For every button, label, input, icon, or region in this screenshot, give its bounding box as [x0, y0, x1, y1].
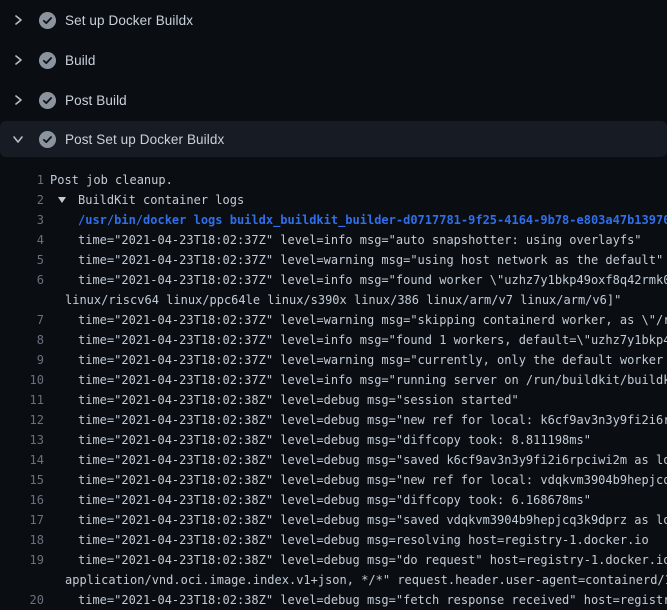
- line-number[interactable]: 10: [0, 370, 44, 390]
- line-number[interactable]: 2: [0, 190, 44, 210]
- line-number[interactable]: 15: [0, 470, 44, 490]
- log-text: time="2021-04-23T18:02:38Z" level=debug …: [78, 530, 649, 550]
- log-line: 7 time="2021-04-23T18:02:37Z" level=warn…: [0, 310, 667, 330]
- chevron-right-icon: [12, 94, 24, 106]
- log-text: application/vnd.oci.image.index.v1+json,…: [65, 570, 667, 590]
- line-number[interactable]: 11: [0, 390, 44, 410]
- log-line: 13 time="2021-04-23T18:02:38Z" level=deb…: [0, 430, 667, 450]
- log-line: 20 time="2021-04-23T18:02:38Z" level=deb…: [0, 590, 667, 610]
- line-number[interactable]: 5: [0, 250, 44, 270]
- line-number[interactable]: [0, 570, 44, 590]
- log-text: time="2021-04-23T18:02:37Z" level=info m…: [78, 230, 642, 250]
- log-line: 12 time="2021-04-23T18:02:38Z" level=deb…: [0, 410, 667, 430]
- step-row-build[interactable]: Build: [0, 40, 667, 80]
- log-line: application/vnd.oci.image.index.v1+json,…: [0, 570, 667, 590]
- log-line: 3 /usr/bin/docker logs buildx_buildkit_b…: [0, 210, 667, 230]
- line-number[interactable]: 9: [0, 350, 44, 370]
- step-label: Post Build: [65, 93, 127, 108]
- log-text: time="2021-04-23T18:02:37Z" level=info m…: [78, 370, 667, 390]
- log-line[interactable]: 2 BuildKit container logs: [0, 190, 667, 210]
- log-line: 9 time="2021-04-23T18:02:37Z" level=warn…: [0, 350, 667, 370]
- line-number[interactable]: 17: [0, 510, 44, 530]
- line-number[interactable]: 13: [0, 430, 44, 450]
- chevron-right-icon: [12, 54, 24, 66]
- log-line: 8 time="2021-04-23T18:02:37Z" level=info…: [0, 330, 667, 350]
- line-number[interactable]: 14: [0, 450, 44, 470]
- line-number[interactable]: 1: [0, 170, 44, 190]
- log-line: 18 time="2021-04-23T18:02:38Z" level=deb…: [0, 530, 667, 550]
- line-number[interactable]: [0, 290, 44, 310]
- log-text: time="2021-04-23T18:02:38Z" level=debug …: [78, 510, 667, 530]
- log-text: linux/riscv64 linux/ppc64le linux/s390x …: [65, 290, 621, 310]
- log-text: time="2021-04-23T18:02:38Z" level=debug …: [78, 490, 591, 510]
- step-row-post-set-up-docker-buildx[interactable]: Post Set up Docker Buildx: [0, 121, 667, 157]
- log-line: 15 time="2021-04-23T18:02:38Z" level=deb…: [0, 470, 667, 490]
- log-line: 10 time="2021-04-23T18:02:37Z" level=inf…: [0, 370, 667, 390]
- log-text: time="2021-04-23T18:02:38Z" level=debug …: [78, 550, 667, 570]
- log-line: 6 time="2021-04-23T18:02:37Z" level=info…: [0, 270, 667, 290]
- line-number[interactable]: 8: [0, 330, 44, 350]
- log-line: 4 time="2021-04-23T18:02:37Z" level=info…: [0, 230, 667, 250]
- line-number[interactable]: 18: [0, 530, 44, 550]
- line-number[interactable]: 7: [0, 310, 44, 330]
- line-number[interactable]: 12: [0, 410, 44, 430]
- log-text: /usr/bin/docker logs buildx_buildkit_bui…: [78, 210, 667, 230]
- log-line: linux/riscv64 linux/ppc64le linux/s390x …: [0, 290, 667, 310]
- step-label: Build: [65, 53, 96, 68]
- log-line: 19 time="2021-04-23T18:02:38Z" level=deb…: [0, 550, 667, 570]
- log-text: time="2021-04-23T18:02:37Z" level=warnin…: [78, 310, 667, 330]
- line-number[interactable]: 6: [0, 270, 44, 290]
- log-text: BuildKit container logs: [78, 190, 244, 210]
- log-text: time="2021-04-23T18:02:37Z" level=info m…: [78, 330, 667, 350]
- line-number[interactable]: 4: [0, 230, 44, 250]
- log-text: time="2021-04-23T18:02:37Z" level=info m…: [78, 270, 667, 290]
- log-line: 1 Post job cleanup.: [0, 170, 667, 190]
- line-number[interactable]: 3: [0, 210, 44, 230]
- log-line: 14 time="2021-04-23T18:02:38Z" level=deb…: [0, 450, 667, 470]
- log-text: Post job cleanup.: [50, 170, 173, 190]
- check-circle-icon: [38, 11, 57, 30]
- log-text: time="2021-04-23T18:02:38Z" level=debug …: [78, 590, 667, 610]
- log-text: time="2021-04-23T18:02:38Z" level=debug …: [78, 390, 519, 410]
- check-circle-icon: [38, 130, 57, 149]
- log-line: 11 time="2021-04-23T18:02:38Z" level=deb…: [0, 390, 667, 410]
- steps-panel: Set up Docker Buildx Build Post Build: [0, 0, 667, 157]
- log-text: time="2021-04-23T18:02:37Z" level=warnin…: [78, 350, 667, 370]
- chevron-right-icon: [12, 14, 24, 26]
- log-line: 17 time="2021-04-23T18:02:38Z" level=deb…: [0, 510, 667, 530]
- step-label: Set up Docker Buildx: [65, 13, 193, 28]
- check-circle-icon: [38, 51, 57, 70]
- log-line: 5 time="2021-04-23T18:02:37Z" level=warn…: [0, 250, 667, 270]
- step-label: Post Set up Docker Buildx: [65, 132, 224, 147]
- chevron-down-icon: [12, 133, 24, 145]
- step-row-set-up-docker-buildx[interactable]: Set up Docker Buildx: [0, 0, 667, 40]
- log-text: time="2021-04-23T18:02:38Z" level=debug …: [78, 450, 667, 470]
- log-panel: 1 Post job cleanup. 2 BuildKit container…: [0, 170, 667, 610]
- log-line: 16 time="2021-04-23T18:02:38Z" level=deb…: [0, 490, 667, 510]
- caret-down-icon: [58, 197, 66, 203]
- line-number[interactable]: 19: [0, 550, 44, 570]
- line-number[interactable]: 20: [0, 590, 44, 610]
- line-number[interactable]: 16: [0, 490, 44, 510]
- step-row-post-build[interactable]: Post Build: [0, 80, 667, 120]
- log-text: time="2021-04-23T18:02:37Z" level=warnin…: [78, 250, 663, 270]
- log-text: time="2021-04-23T18:02:38Z" level=debug …: [78, 410, 667, 430]
- log-text: time="2021-04-23T18:02:38Z" level=debug …: [78, 430, 591, 450]
- check-circle-icon: [38, 91, 57, 110]
- log-text: time="2021-04-23T18:02:38Z" level=debug …: [78, 470, 667, 490]
